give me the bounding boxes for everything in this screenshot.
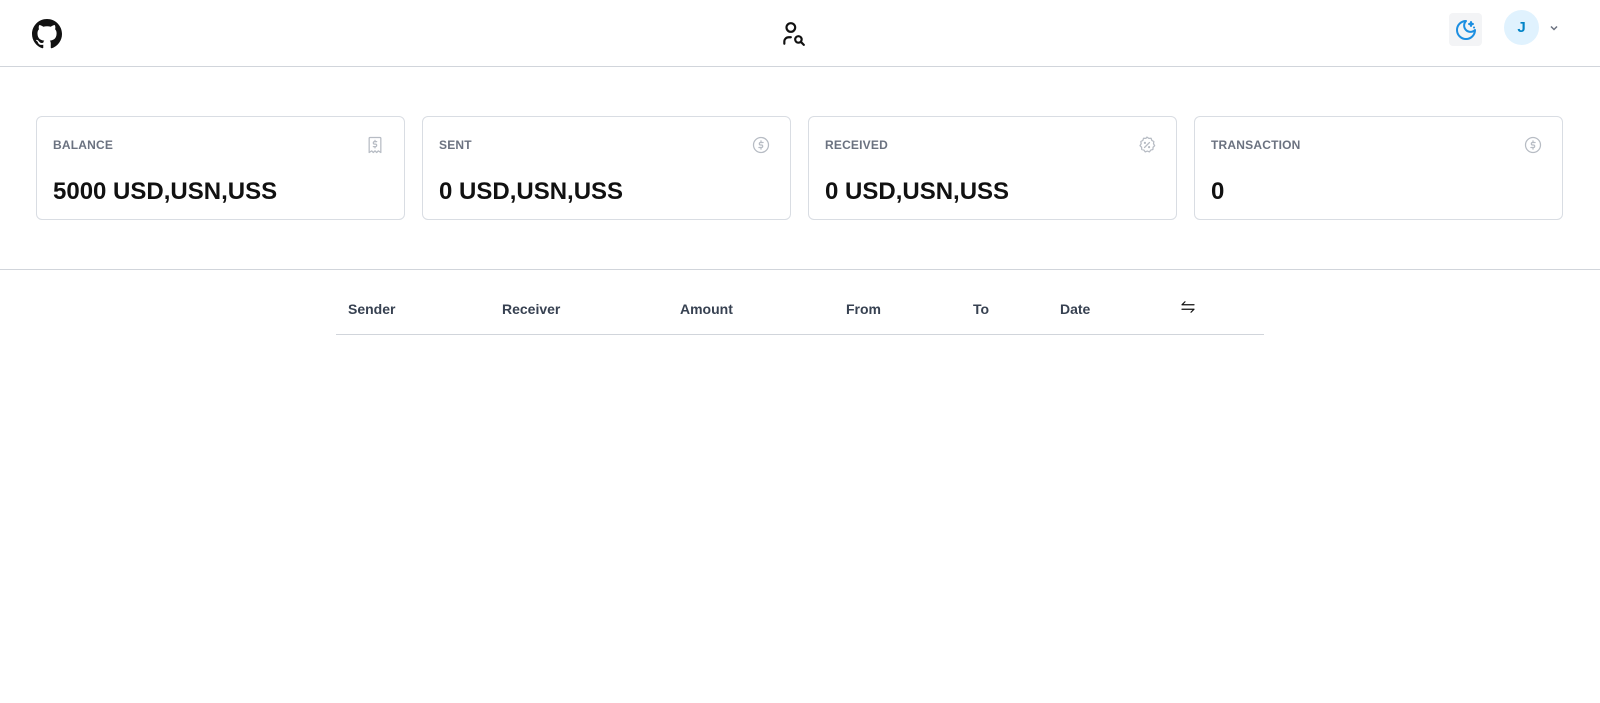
chevron-down-icon[interactable] — [1549, 23, 1559, 33]
avatar[interactable]: J — [1504, 10, 1539, 45]
column-header-date[interactable]: Date — [1060, 301, 1090, 317]
moon-stars-icon — [1455, 19, 1476, 40]
user-menu[interactable]: J — [1504, 10, 1559, 45]
column-header-amount[interactable]: Amount — [680, 301, 733, 317]
stat-card-balance: BALANCE 5000 USD,USN,USS — [36, 116, 405, 220]
user-search-icon[interactable] — [780, 21, 806, 47]
stat-value: 0 USD,USN,USS — [825, 178, 1010, 205]
column-header-to[interactable]: To — [973, 301, 989, 317]
circle-dollar-icon — [1524, 136, 1542, 154]
stat-value: 0 USD,USN,USS — [439, 178, 624, 205]
stat-label: TRANSACTION — [1211, 138, 1301, 152]
column-header-receiver[interactable]: Receiver — [502, 301, 560, 317]
github-icon[interactable] — [32, 19, 62, 49]
stat-value: 0 — [1211, 178, 1225, 205]
stat-label: SENT — [439, 138, 472, 152]
stat-card-sent: SENT 0 USD,USN,USS — [422, 116, 791, 220]
circle-dollar-icon — [752, 136, 770, 154]
receipt-dollar-icon — [368, 136, 382, 154]
section-divider — [0, 269, 1600, 270]
stat-label: BALANCE — [53, 138, 114, 152]
table-header: Sender Receiver Amount From To Date — [336, 290, 1264, 335]
stat-value: 5000 USD,USN,USS — [53, 178, 278, 205]
top-navbar: J — [0, 0, 1600, 67]
transactions-table: Sender Receiver Amount From To Date — [336, 290, 1264, 335]
arrows-exchange-icon[interactable] — [1178, 298, 1198, 316]
stats-row: BALANCE 5000 USD,USN,USS SENT 0 USD,USN,… — [36, 116, 1563, 220]
column-header-sender[interactable]: Sender — [348, 301, 395, 317]
theme-toggle-button[interactable] — [1449, 13, 1482, 46]
stat-card-received: RECEIVED 0 USD,USN,USS — [808, 116, 1177, 220]
stat-label: RECEIVED — [825, 138, 888, 152]
stat-card-transaction: TRANSACTION 0 — [1194, 116, 1563, 220]
column-header-from[interactable]: From — [846, 301, 881, 317]
discount-badge-icon — [1139, 136, 1156, 153]
